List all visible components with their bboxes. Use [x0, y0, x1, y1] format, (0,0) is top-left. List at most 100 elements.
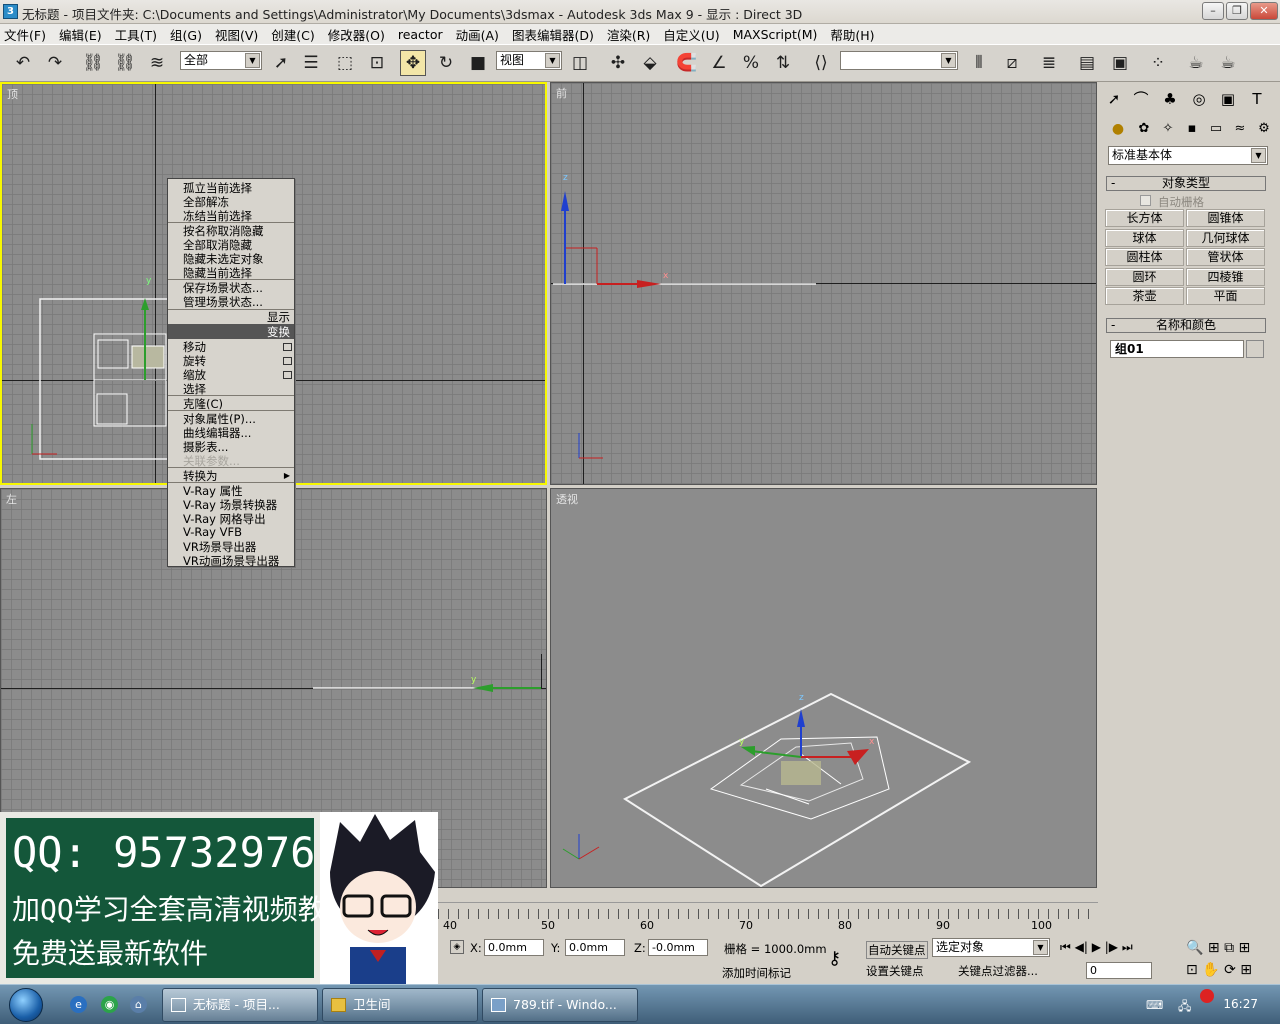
plane-button[interactable]: 平面 [1186, 287, 1265, 305]
taskbar-item-image-viewer[interactable]: 789.tif - Windo... [482, 988, 638, 1022]
modify-tab-icon[interactable]: ⌒ [1129, 88, 1153, 110]
taskbar-item-3dsmax[interactable]: 无标题 - 项目... [162, 988, 318, 1022]
network-icon[interactable]: 🖧 [1178, 997, 1191, 1018]
mirror-icon[interactable]: ⫴ [966, 50, 992, 76]
teapot-button[interactable]: 茶壶 [1105, 287, 1184, 305]
keyboard-shortcut-override-icon[interactable]: ⬙ [637, 50, 663, 76]
time-slider-track[interactable]: 40 50 60 70 80 90 100 [438, 902, 1098, 936]
undo-icon[interactable]: ↶ [10, 50, 36, 76]
motion-tab-icon[interactable]: ◎ [1187, 88, 1211, 110]
percent-snap-icon[interactable]: % [738, 50, 764, 76]
3dsmax-app-icon[interactable]: 3 [3, 4, 18, 19]
app-launcher-icon[interactable]: ◉ [101, 996, 118, 1013]
box-button[interactable]: 长方体 [1105, 209, 1184, 227]
menu-customize[interactable]: 自定义(U) [663, 25, 719, 44]
angle-snap-icon[interactable]: ∠ [706, 50, 732, 76]
window-crossing-icon[interactable]: ⊡ [364, 50, 390, 76]
key-mode-dropdown[interactable]: 选定对象 ▼ [932, 938, 1050, 957]
viewport-navigation-icons[interactable]: 🔍 ⊞ ⧉ ⊞ [1186, 940, 1250, 956]
y-coordinate-input[interactable]: 0.0mm [565, 939, 625, 956]
menu-help[interactable]: 帮助(H) [830, 25, 874, 44]
menu-file[interactable]: 文件(F) [4, 25, 46, 44]
render-scene-icon[interactable]: ☕ [1183, 50, 1209, 76]
viewport-perspective[interactable]: 透视 z x y [550, 488, 1097, 888]
utilities-tab-icon[interactable]: T [1245, 88, 1269, 110]
cameras-icon[interactable]: ▪ [1180, 118, 1204, 140]
rollout-object-type[interactable]: - 对象类型 [1106, 176, 1266, 191]
close-button[interactable]: ✕ [1250, 2, 1278, 20]
key-icon[interactable]: ⚷ [828, 948, 841, 969]
bind-space-warp-icon[interactable]: ≋ [144, 50, 170, 76]
display-tab-icon[interactable]: ▣ [1216, 88, 1240, 110]
keyboard-icon[interactable]: ⌨ [1146, 998, 1163, 1012]
viewport-navigation-icons-row2[interactable]: ⊡ ✋ ⟳ ⊞ [1186, 962, 1252, 978]
sphere-button[interactable]: 球体 [1105, 229, 1184, 247]
settings-box-icon[interactable] [283, 343, 292, 351]
menu-views[interactable]: 视图(V) [215, 25, 258, 44]
tube-button[interactable]: 管状体 [1186, 248, 1265, 266]
category-dropdown[interactable]: 标准基本体 ▼ [1108, 146, 1268, 165]
menu-item-manage-scene-states[interactable]: 管理场景状态... [183, 294, 263, 310]
menu-rendering[interactable]: 渲染(R) [607, 25, 650, 44]
menu-item-vr-anim-scene-exporter[interactable]: VR动画场景导出器 [183, 553, 279, 569]
helpers-icon[interactable]: ▭ [1204, 118, 1228, 140]
named-selection-sets-dropdown[interactable]: ▼ [840, 51, 958, 70]
settings-box-icon[interactable] [283, 357, 292, 365]
z-coordinate-input[interactable]: -0.0mm [648, 939, 708, 956]
menu-edit[interactable]: 编辑(E) [59, 25, 102, 44]
cone-button[interactable]: 圆锥体 [1186, 209, 1265, 227]
rollout-name-and-color[interactable]: - 名称和颜色 [1106, 318, 1266, 333]
spinner-snap-icon[interactable]: ⇅ [770, 50, 796, 76]
menu-tools[interactable]: 工具(T) [115, 25, 157, 44]
object-name-input[interactable]: 组01 [1110, 340, 1244, 358]
maximize-button[interactable]: ❐ [1226, 2, 1248, 20]
menu-graph-editors[interactable]: 图表编辑器(D) [512, 25, 594, 44]
start-button[interactable] [9, 988, 43, 1022]
create-tab-icon[interactable]: ➚ [1102, 88, 1126, 110]
shapes-icon[interactable]: ✿ [1132, 118, 1156, 140]
menu-item-vray-vfb[interactable]: V-Ray VFB [183, 525, 242, 539]
select-and-scale-icon[interactable]: ■ [465, 50, 491, 76]
geometry-icon[interactable]: ● [1106, 118, 1130, 140]
add-time-tag[interactable]: 添加时间标记 [722, 965, 791, 981]
object-color-swatch[interactable] [1246, 340, 1264, 358]
show-desktop-icon[interactable]: ⌂ [130, 996, 147, 1013]
space-warps-icon[interactable]: ≈ [1228, 118, 1252, 140]
named-selection-sets-icon[interactable]: ⟨⟩ [808, 50, 834, 76]
auto-key-button[interactable]: 自动关键点 [866, 941, 928, 959]
key-filters-button[interactable]: 关键点过滤器... [958, 963, 1038, 979]
menu-animation[interactable]: 动画(A) [456, 25, 499, 44]
quick-render-icon[interactable]: ☕ [1215, 50, 1241, 76]
menu-modifiers[interactable]: 修改器(O) [328, 25, 385, 44]
torus-button[interactable]: 圆环 [1105, 268, 1184, 286]
reference-coordinate-dropdown[interactable]: 视图 ▼ [496, 51, 562, 70]
lights-icon[interactable]: ✧ [1156, 118, 1180, 140]
x-coordinate-input[interactable]: 0.0mm [484, 939, 544, 956]
cylinder-button[interactable]: 圆柱体 [1105, 248, 1184, 266]
menu-create[interactable]: 创建(C) [271, 25, 314, 44]
select-manipulate-icon[interactable]: ✣ [605, 50, 631, 76]
ie-icon[interactable]: e [70, 996, 87, 1013]
align-icon[interactable]: ⧄ [999, 50, 1025, 76]
pivot-center-icon[interactable]: ◫ [567, 50, 593, 76]
pyramid-button[interactable]: 四棱锥 [1186, 268, 1265, 286]
curve-editor-icon[interactable]: ▤ [1074, 50, 1100, 76]
notification-icon[interactable] [1200, 989, 1214, 1003]
redo-icon[interactable]: ↷ [42, 50, 68, 76]
current-frame-input[interactable]: 0 [1086, 962, 1152, 979]
unlink-icon[interactable]: ⛓ [112, 50, 138, 76]
settings-box-icon[interactable] [283, 371, 292, 379]
menu-group[interactable]: 组(G) [170, 25, 202, 44]
select-and-link-icon[interactable]: ⛓ [80, 50, 106, 76]
selection-filter-dropdown[interactable]: 全部 ▼ [180, 51, 262, 70]
select-and-rotate-icon[interactable]: ↻ [433, 50, 459, 76]
taskbar-item-folder[interactable]: 卫生间 [322, 988, 478, 1022]
hierarchy-tab-icon[interactable]: ♣ [1158, 88, 1182, 110]
auto-grid-checkbox[interactable] [1140, 195, 1151, 206]
geosphere-button[interactable]: 几何球体 [1186, 229, 1265, 247]
menu-maxscript[interactable]: MAXScript(M) [733, 27, 818, 42]
select-and-move-icon[interactable]: ✥ [400, 50, 426, 76]
material-editor-icon[interactable]: ⁘ [1145, 50, 1171, 76]
select-object-icon[interactable]: ➚ [268, 50, 294, 76]
layer-manager-icon[interactable]: ≣ [1036, 50, 1062, 76]
